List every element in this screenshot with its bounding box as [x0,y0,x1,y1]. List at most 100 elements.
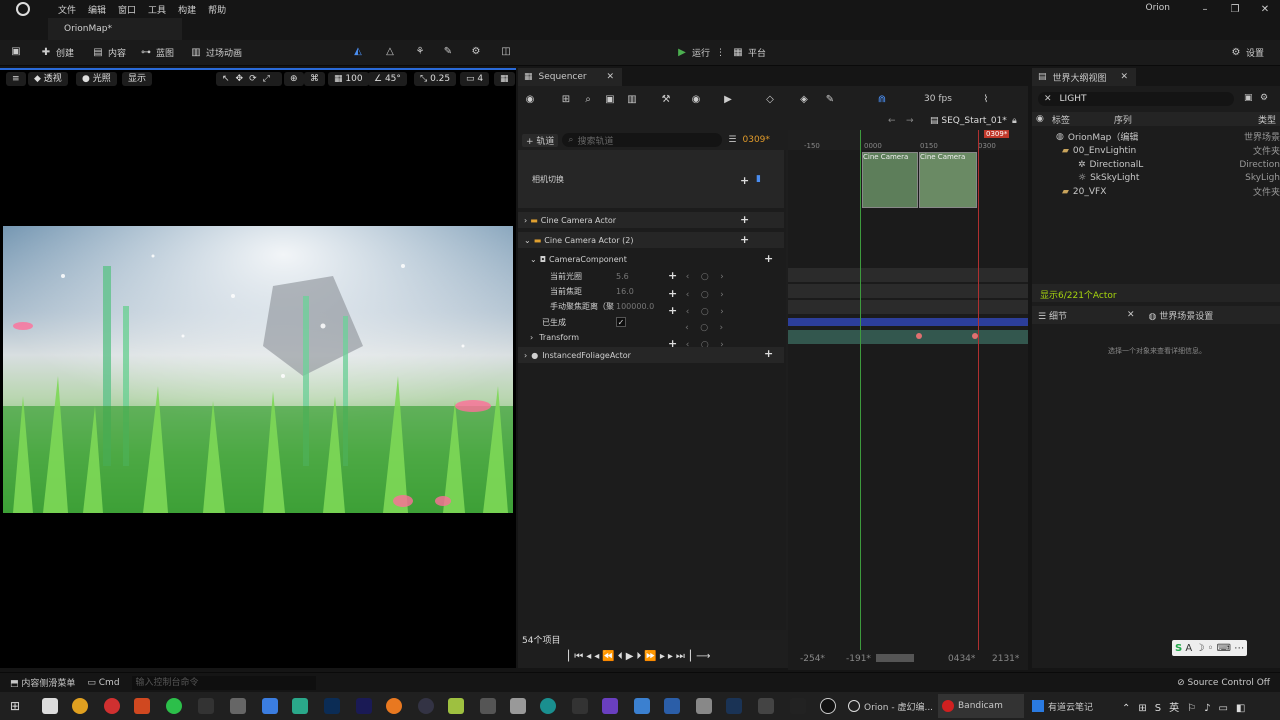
platform-button[interactable]: ▦ 平台 [732,46,766,60]
audition-icon[interactable] [356,698,372,714]
filter-icon[interactable]: ☰ [728,135,736,145]
system-tray[interactable]: ⌃⊞S英⚐♪▭◧ [1122,699,1253,714]
grid-snap-button[interactable]: ▦ 100 [328,72,369,86]
timeline-scrollbar[interactable] [876,654,914,662]
wechat-icon[interactable] [166,698,182,714]
app-icon[interactable] [418,698,434,714]
minimize-icon[interactable]: – [1190,4,1220,15]
close-tab-icon[interactable]: ✕ [1120,72,1128,82]
column-sequence[interactable]: 序列 [1114,113,1132,126]
column-label[interactable]: 标签 [1052,113,1070,126]
range-end[interactable]: 2131* [992,654,1019,664]
camera-speed-button[interactable]: ▭ 4 [460,72,490,86]
aperture-value[interactable]: 5.6 [616,272,629,281]
world-icon[interactable]: ⊕ [284,72,304,86]
app-icon[interactable] [480,698,496,714]
playback-options-icon[interactable]: ▶ [722,94,734,106]
camera-clip[interactable]: Cine Camera [919,152,977,208]
sequencer-tab[interactable]: ▦ Sequencer ✕ [518,68,622,86]
close-tab-icon[interactable]: ✕ [606,72,614,82]
add-camera-icon[interactable]: ⊞ [560,94,572,106]
clapper-icon[interactable]: ▥ [626,94,638,106]
column-type[interactable]: 类型 [1258,113,1276,126]
outliner-row[interactable]: ✲ DirectionalL Direction [1078,158,1280,171]
foliage-mode-icon[interactable]: ⚘ [414,46,426,58]
calculator-icon[interactable] [696,698,712,714]
spawned-checkbox[interactable]: ✓ [616,317,626,327]
world-context-icon[interactable]: ◉ [524,94,536,106]
search-icon[interactable]: ⌕ [582,94,594,106]
expand-icon[interactable]: › [524,351,527,360]
menu-file[interactable]: 文件 [58,3,76,16]
rotation-snap-button[interactable]: ∠ 45° [368,72,407,86]
key-tools-icon[interactable]: ⚒ [660,94,672,106]
add-track-button[interactable]: + [764,252,773,265]
app-icon[interactable] [572,698,588,714]
fps-selector[interactable]: 30 fps [924,94,952,104]
live-icon[interactable] [198,698,214,714]
modeling-mode-icon[interactable]: ⚙ [470,46,482,58]
content-button[interactable]: ▤ 内容 [92,46,126,60]
focal-length-value[interactable]: 16.0 [616,287,634,296]
close-tab-icon[interactable]: ✕ [1127,310,1135,320]
layout-icon[interactable]: ▦ [494,72,515,86]
show-button[interactable]: 显示 [122,72,153,86]
snap-icon[interactable]: ⋒ [876,94,888,106]
console-input[interactable]: 输入控制台命令 [131,675,316,690]
outliner-tab[interactable]: ▤ 世界大纲视图 ✕ [1032,68,1136,86]
task-bandicam[interactable]: Bandicam [938,694,1024,718]
keyframe[interactable] [916,333,922,339]
viewport-menu-icon[interactable]: ≡ [6,72,26,86]
back-arrow-icon[interactable]: ← [888,116,896,126]
expand-icon[interactable]: › [530,333,533,342]
view-start[interactable]: -191* [846,654,871,664]
marker-icon[interactable]: ◈ [798,94,810,106]
time-ruler[interactable]: -150 0000 0150 0300 0309* [788,130,1028,150]
focus-distance-value[interactable]: 100000.0 [616,302,654,311]
cmd-button[interactable]: ▭ Cmd [87,678,119,688]
source-control-button[interactable]: ⊘ Source Control Off [1177,678,1270,688]
add-track-button[interactable]: + [740,233,749,246]
collapse-icon[interactable]: ⌄ [524,236,531,245]
visibility-icon[interactable]: ◉ [1036,114,1044,124]
menu-edit[interactable]: 编辑 [88,3,106,16]
app-icon[interactable] [758,698,774,714]
playhead-line[interactable] [978,130,979,650]
photoshop-icon[interactable] [324,698,340,714]
lock-icon[interactable]: 🔒︎ [1012,116,1017,126]
steam-icon[interactable] [726,698,742,714]
select-mode-icon[interactable]: ◭ [352,46,364,58]
settings-icon[interactable]: ⚙ [1260,93,1268,103]
create-button[interactable]: ✚ 创建 [40,46,74,60]
document-tab[interactable]: OrionMap* [48,18,182,40]
app-icon[interactable] [292,698,308,714]
expand-icon[interactable]: › [524,216,527,225]
add-track-button[interactable]: + [740,213,749,226]
task-orion[interactable]: Orion - 虚幻编... [848,697,934,715]
chrome-icon[interactable] [72,698,88,714]
outliner-row[interactable]: ◍ OrionMap（编辑 世界场景 [1056,130,1280,144]
lit-button[interactable]: ● 光照 [76,72,117,86]
key-icon[interactable]: ◇ [764,94,776,106]
add-track-button[interactable]: + 轨道 [522,133,559,147]
camera-clip[interactable]: Cine Camera [862,152,918,208]
arduino-icon[interactable] [540,698,556,714]
track-search-input[interactable]: ⌕ 搜索轨道 [562,133,723,147]
word-icon[interactable] [664,698,680,714]
app-icon[interactable] [42,698,58,714]
transform-tools[interactable]: ↖✥⟳⤢ [216,72,282,86]
menu-window[interactable]: 窗口 [118,3,136,16]
app-icon[interactable] [448,698,464,714]
playhead-label[interactable]: 0309* [984,130,1010,138]
settings-button[interactable]: ⚙ 设置 [1230,46,1265,60]
range-start[interactable]: -254* [800,654,825,664]
windows-start-icon[interactable]: ⊞ [10,699,20,713]
cinematics-button[interactable]: ▥ 过场动画 [190,46,242,60]
current-frame[interactable]: 0309* [743,135,770,145]
save-icon[interactable]: ▣ [10,46,22,58]
mesh-paint-icon[interactable]: ✎ [442,46,454,58]
playback-buttons[interactable]: ⎮⏮◂◂⏪⏴▶⏵⏩▸▸⏭⎮⟶ [566,651,713,662]
app-icon[interactable] [262,698,278,714]
unreal-icon[interactable] [820,698,836,714]
camera-icon[interactable] [230,698,246,714]
